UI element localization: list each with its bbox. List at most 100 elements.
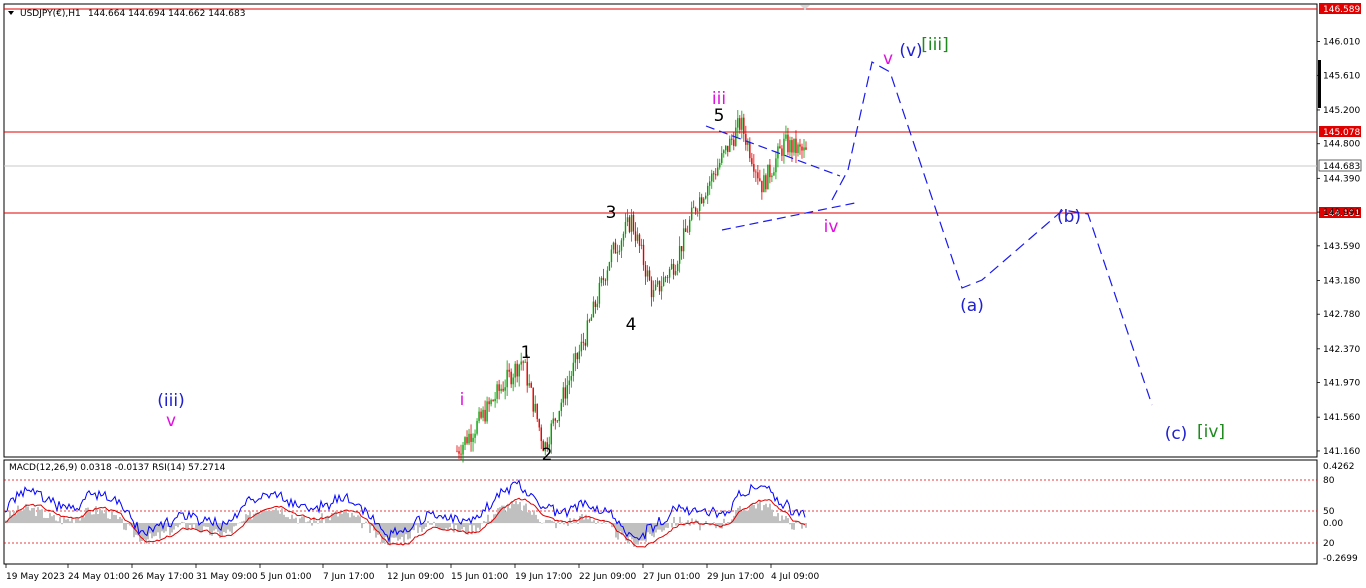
macd-bar — [687, 520, 689, 524]
macd-bar — [545, 519, 547, 524]
macd-bar — [53, 514, 55, 524]
macd-bar — [89, 510, 91, 524]
candle-body — [550, 423, 552, 445]
candle-body — [711, 173, 713, 182]
macd-bar — [193, 523, 195, 525]
time-axis: 19 May 2023 24 May 01:00 26 May 17:00 31 Ma… — [5, 564, 820, 582]
macd-bar — [239, 522, 241, 524]
macd-bar — [435, 523, 437, 527]
candle-body — [486, 401, 488, 422]
macd-bar — [593, 520, 595, 524]
candle-body — [682, 228, 685, 252]
macd-bar — [305, 522, 307, 524]
macd-bar — [513, 504, 515, 524]
candle-body — [640, 244, 643, 246]
macd-bar — [401, 523, 403, 537]
macd-bar — [455, 523, 457, 526]
candle-body — [484, 409, 486, 422]
macd-bar — [567, 523, 569, 526]
wave-label-3: 3 — [606, 203, 617, 223]
time-tick-label: 4 Jul 09:00 — [771, 572, 820, 582]
wave-label-iv-small: iv — [824, 217, 839, 237]
macd-bar — [595, 523, 597, 524]
candle-body — [480, 411, 482, 418]
candle-body — [686, 231, 689, 233]
macd-bar — [17, 505, 19, 524]
candle-body — [606, 270, 609, 281]
macd-bar — [475, 523, 477, 533]
macd-bar — [43, 517, 45, 524]
candle-body — [731, 138, 733, 140]
macd-bar — [473, 523, 475, 526]
candle-body — [783, 138, 785, 156]
candle-body — [516, 363, 518, 377]
candle-body — [576, 353, 579, 360]
wave-label-iii-paren: (iii) — [157, 391, 184, 411]
candle-body — [596, 303, 599, 308]
macd-bar — [223, 523, 225, 533]
candle-body — [785, 134, 787, 139]
macd-bar — [339, 512, 341, 524]
indicator-tick-label: 80 — [1323, 476, 1335, 486]
candle-body — [514, 363, 516, 378]
macd-bar — [361, 523, 363, 529]
macd-bar — [773, 516, 775, 524]
candle-body — [628, 217, 631, 232]
macd-bar — [433, 521, 435, 524]
candle-body — [684, 228, 687, 232]
macd-bar — [181, 521, 183, 524]
macd-bar — [109, 518, 111, 524]
price-tick-label: 142.780 — [1323, 310, 1360, 320]
candle-body — [618, 250, 621, 252]
candle-body — [775, 158, 777, 173]
macd-bar — [65, 519, 67, 524]
macd-bar — [79, 520, 81, 524]
candle-body — [793, 138, 795, 153]
candle-body — [562, 387, 565, 403]
macd-bar — [359, 516, 361, 524]
candle-body — [648, 270, 651, 281]
macd-bar — [23, 509, 25, 524]
candle-body — [769, 164, 771, 178]
macd-bar — [263, 510, 265, 524]
candle-body — [688, 219, 691, 232]
symbol-info: USDJPY(€),H1 — [20, 9, 81, 19]
candle-body — [616, 251, 619, 254]
macd-bar — [571, 523, 573, 524]
candle-body — [753, 164, 755, 172]
macd-bar — [503, 505, 505, 524]
macd-bar — [755, 508, 757, 524]
macd-bar — [117, 519, 119, 524]
candle-body — [456, 450, 458, 452]
macd-bar — [29, 510, 31, 524]
candle-body — [510, 371, 512, 385]
candle-body — [717, 167, 719, 176]
macd-bar — [365, 521, 367, 524]
candle-body — [530, 383, 532, 388]
candle-body — [723, 150, 725, 154]
candle-body — [737, 118, 739, 128]
candle-body — [787, 134, 789, 153]
chart-window[interactable]: (iii) v i 1 2 3 4 5 iii iv v (v) [iii] (… — [0, 0, 1366, 588]
candle-body — [574, 353, 577, 363]
macd-bar — [273, 509, 275, 524]
macd-bar — [31, 508, 33, 524]
macd-bar — [69, 521, 71, 524]
macd-bar — [175, 523, 177, 526]
candle-body — [588, 320, 591, 322]
macd-bar — [351, 512, 353, 524]
candle-body — [502, 388, 504, 391]
macd-bar — [303, 515, 305, 524]
candle-body — [644, 265, 647, 277]
candle-body — [719, 162, 721, 168]
macd-bar — [57, 521, 59, 524]
macd-bar — [363, 523, 365, 524]
wave-label-1: 1 — [521, 343, 532, 363]
wave-label-v-top: v — [883, 49, 893, 69]
macd-bar — [311, 523, 313, 526]
candle-body — [676, 263, 679, 271]
candle-body — [540, 427, 542, 442]
macd-bar — [747, 510, 749, 524]
candle-body — [612, 242, 615, 250]
macd-bar — [113, 514, 115, 524]
